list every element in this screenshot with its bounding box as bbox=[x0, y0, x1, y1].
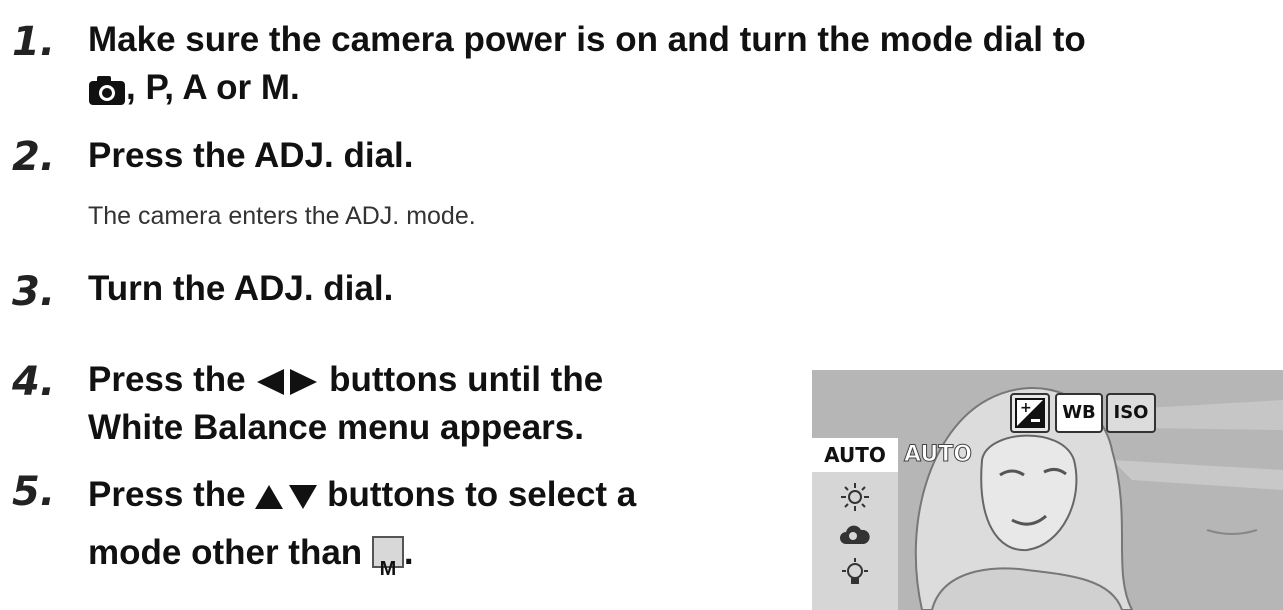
manual-wb-icon: M bbox=[371, 536, 404, 580]
svg-text:+: + bbox=[1020, 400, 1032, 416]
up-down-arrow-icon bbox=[255, 484, 318, 509]
step-4-line2: White Balance menu appears. bbox=[88, 408, 584, 447]
wb-menu-item-auto: AUTO bbox=[812, 438, 898, 472]
tungsten-icon bbox=[842, 558, 868, 584]
step-5-end: . bbox=[403, 533, 414, 572]
cloud-icon bbox=[840, 525, 870, 544]
step-text: Make sure the camera power is on and tur… bbox=[88, 16, 1086, 112]
camera-lcd-screen: + WB ISO AUTO AUTO bbox=[812, 370, 1283, 610]
step-number: 1. bbox=[12, 19, 56, 65]
step-5-post: buttons to select a bbox=[327, 475, 637, 514]
step-number: 2. bbox=[12, 134, 56, 180]
wb-mode-indicator: AUTO bbox=[904, 442, 973, 468]
left-right-arrow-icon bbox=[257, 368, 318, 395]
camera-icon bbox=[89, 75, 125, 105]
step-1-line1: Make sure the camera power is on and tur… bbox=[88, 20, 1086, 59]
step-note: The camera enters the ADJ. mode. bbox=[88, 202, 476, 230]
step-number: 5. bbox=[12, 469, 56, 515]
step-text: Press the buttons until the White Balanc… bbox=[88, 356, 603, 452]
sun-icon bbox=[841, 483, 869, 511]
step-text: Press the buttons to select a mode other… bbox=[88, 466, 636, 582]
wb-tab: WB bbox=[1055, 393, 1103, 433]
manual-wb-letter: M bbox=[379, 558, 397, 580]
step-4-pre: Press the bbox=[88, 360, 246, 399]
step-number: 4. bbox=[12, 359, 56, 405]
step-5-pre: Press the bbox=[88, 475, 246, 514]
wb-menu-list: AUTO bbox=[812, 438, 898, 610]
step-5-line2: mode other than bbox=[88, 533, 363, 572]
step-4-post: buttons until the bbox=[329, 360, 604, 399]
iso-tab: ISO bbox=[1106, 393, 1156, 433]
step-1-line2: , P, A or M. bbox=[126, 68, 300, 107]
step-number: 3. bbox=[12, 269, 56, 315]
step-text: Press the ADJ. dial. bbox=[88, 136, 414, 175]
exposure-compensation-icon: + bbox=[1015, 398, 1045, 428]
exposure-compensation-tab: + bbox=[1010, 393, 1050, 433]
step-text: Turn the ADJ. dial. bbox=[88, 269, 394, 308]
